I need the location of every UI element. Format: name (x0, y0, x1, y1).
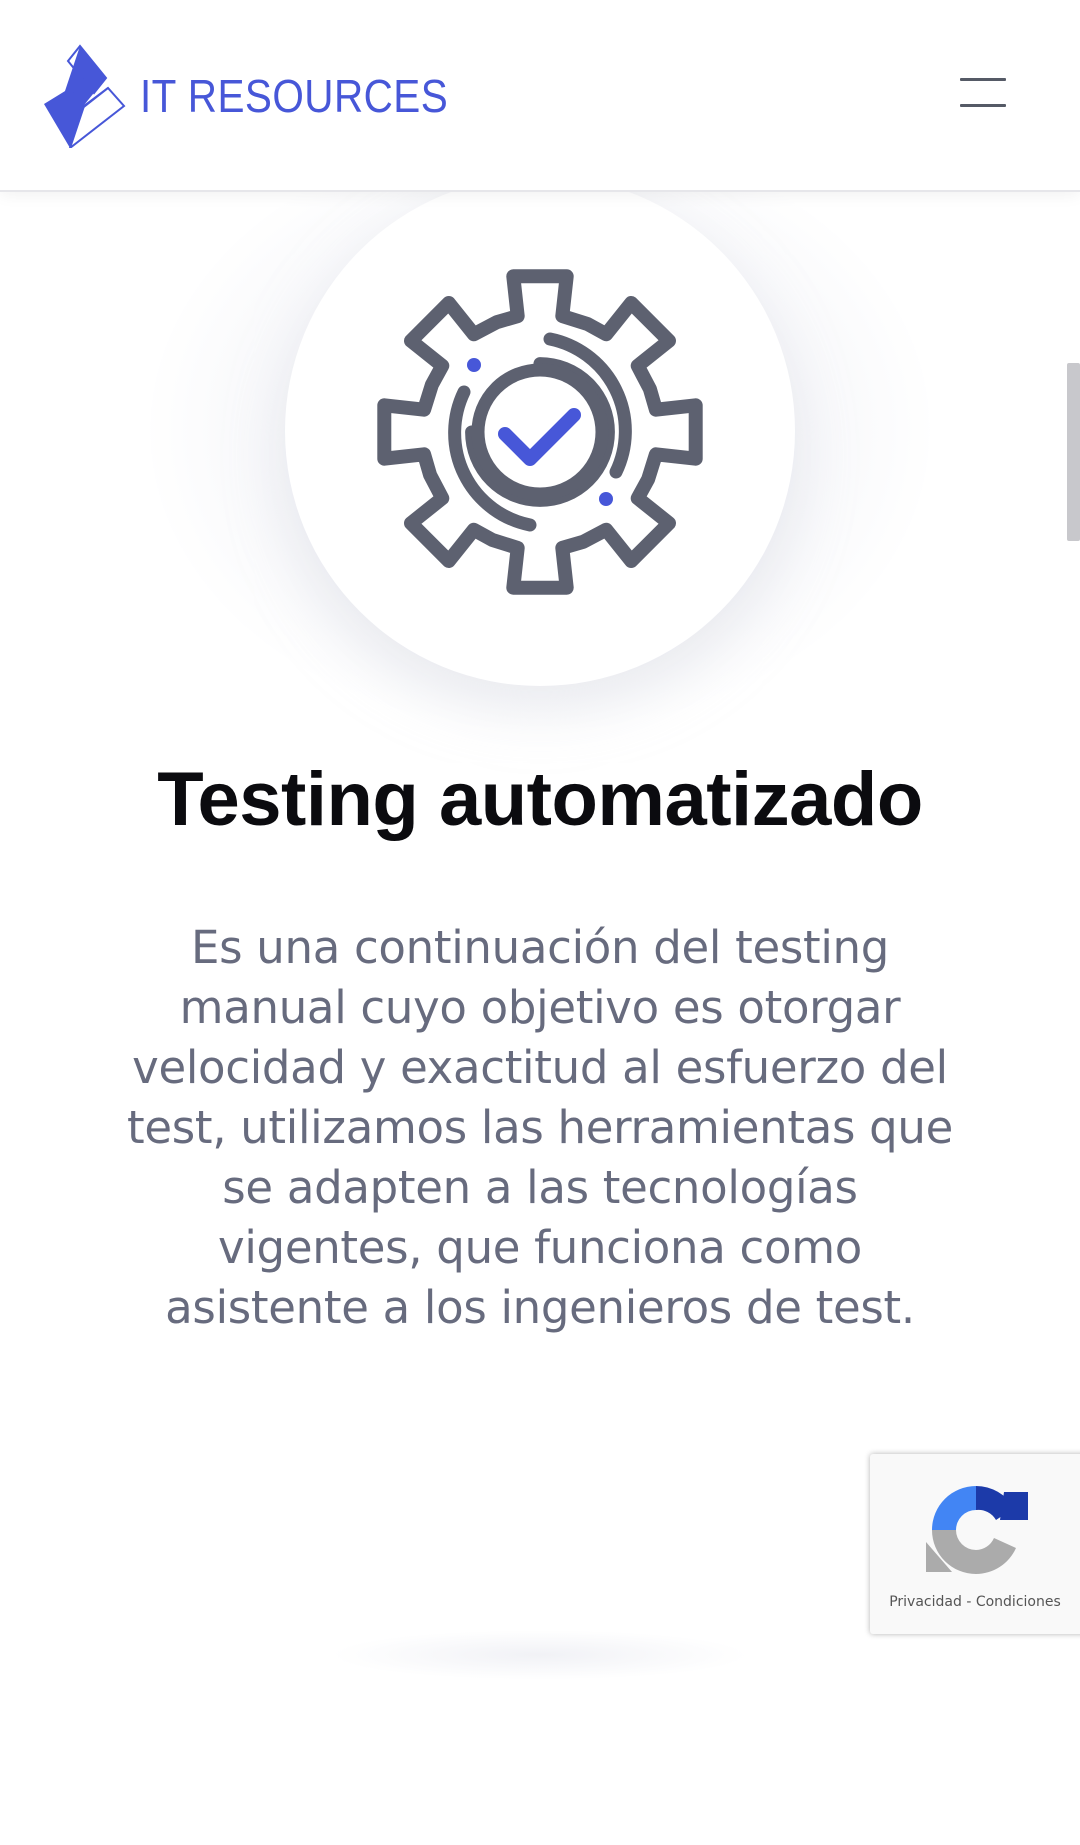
menu-line-icon (960, 78, 1006, 81)
scrollbar-thumb[interactable] (1067, 363, 1080, 541)
gear-check-icon (377, 269, 703, 595)
menu-line-icon (960, 104, 1006, 107)
diamond-logo-icon (44, 44, 126, 148)
brand-logo-link[interactable]: IT RESOURCES (44, 44, 490, 148)
service-description: Es una continuación del testing manual c… (126, 921, 953, 1334)
terms-link[interactable]: Condiciones (976, 1594, 1061, 1610)
privacy-link[interactable]: Privacidad (889, 1594, 962, 1610)
site-header: IT RESOURCES (0, 0, 1080, 192)
page: IT RESOURCES Testing automatizado Es una… (0, 0, 1080, 1845)
decorative-shadow (330, 1630, 750, 1680)
link-separator: - (961, 1594, 976, 1610)
brand-name: IT RESOURCES (140, 70, 449, 122)
recaptcha-icon (926, 1486, 1028, 1574)
recaptcha-badge[interactable]: Privacidad - Condiciones (870, 1454, 1080, 1634)
page-title: Testing automatizado (157, 757, 923, 842)
gear-outline-icon (377, 269, 703, 595)
recaptcha-links: Privacidad - Condiciones (870, 1594, 1080, 1610)
hamburger-menu-button[interactable] (956, 74, 1010, 116)
